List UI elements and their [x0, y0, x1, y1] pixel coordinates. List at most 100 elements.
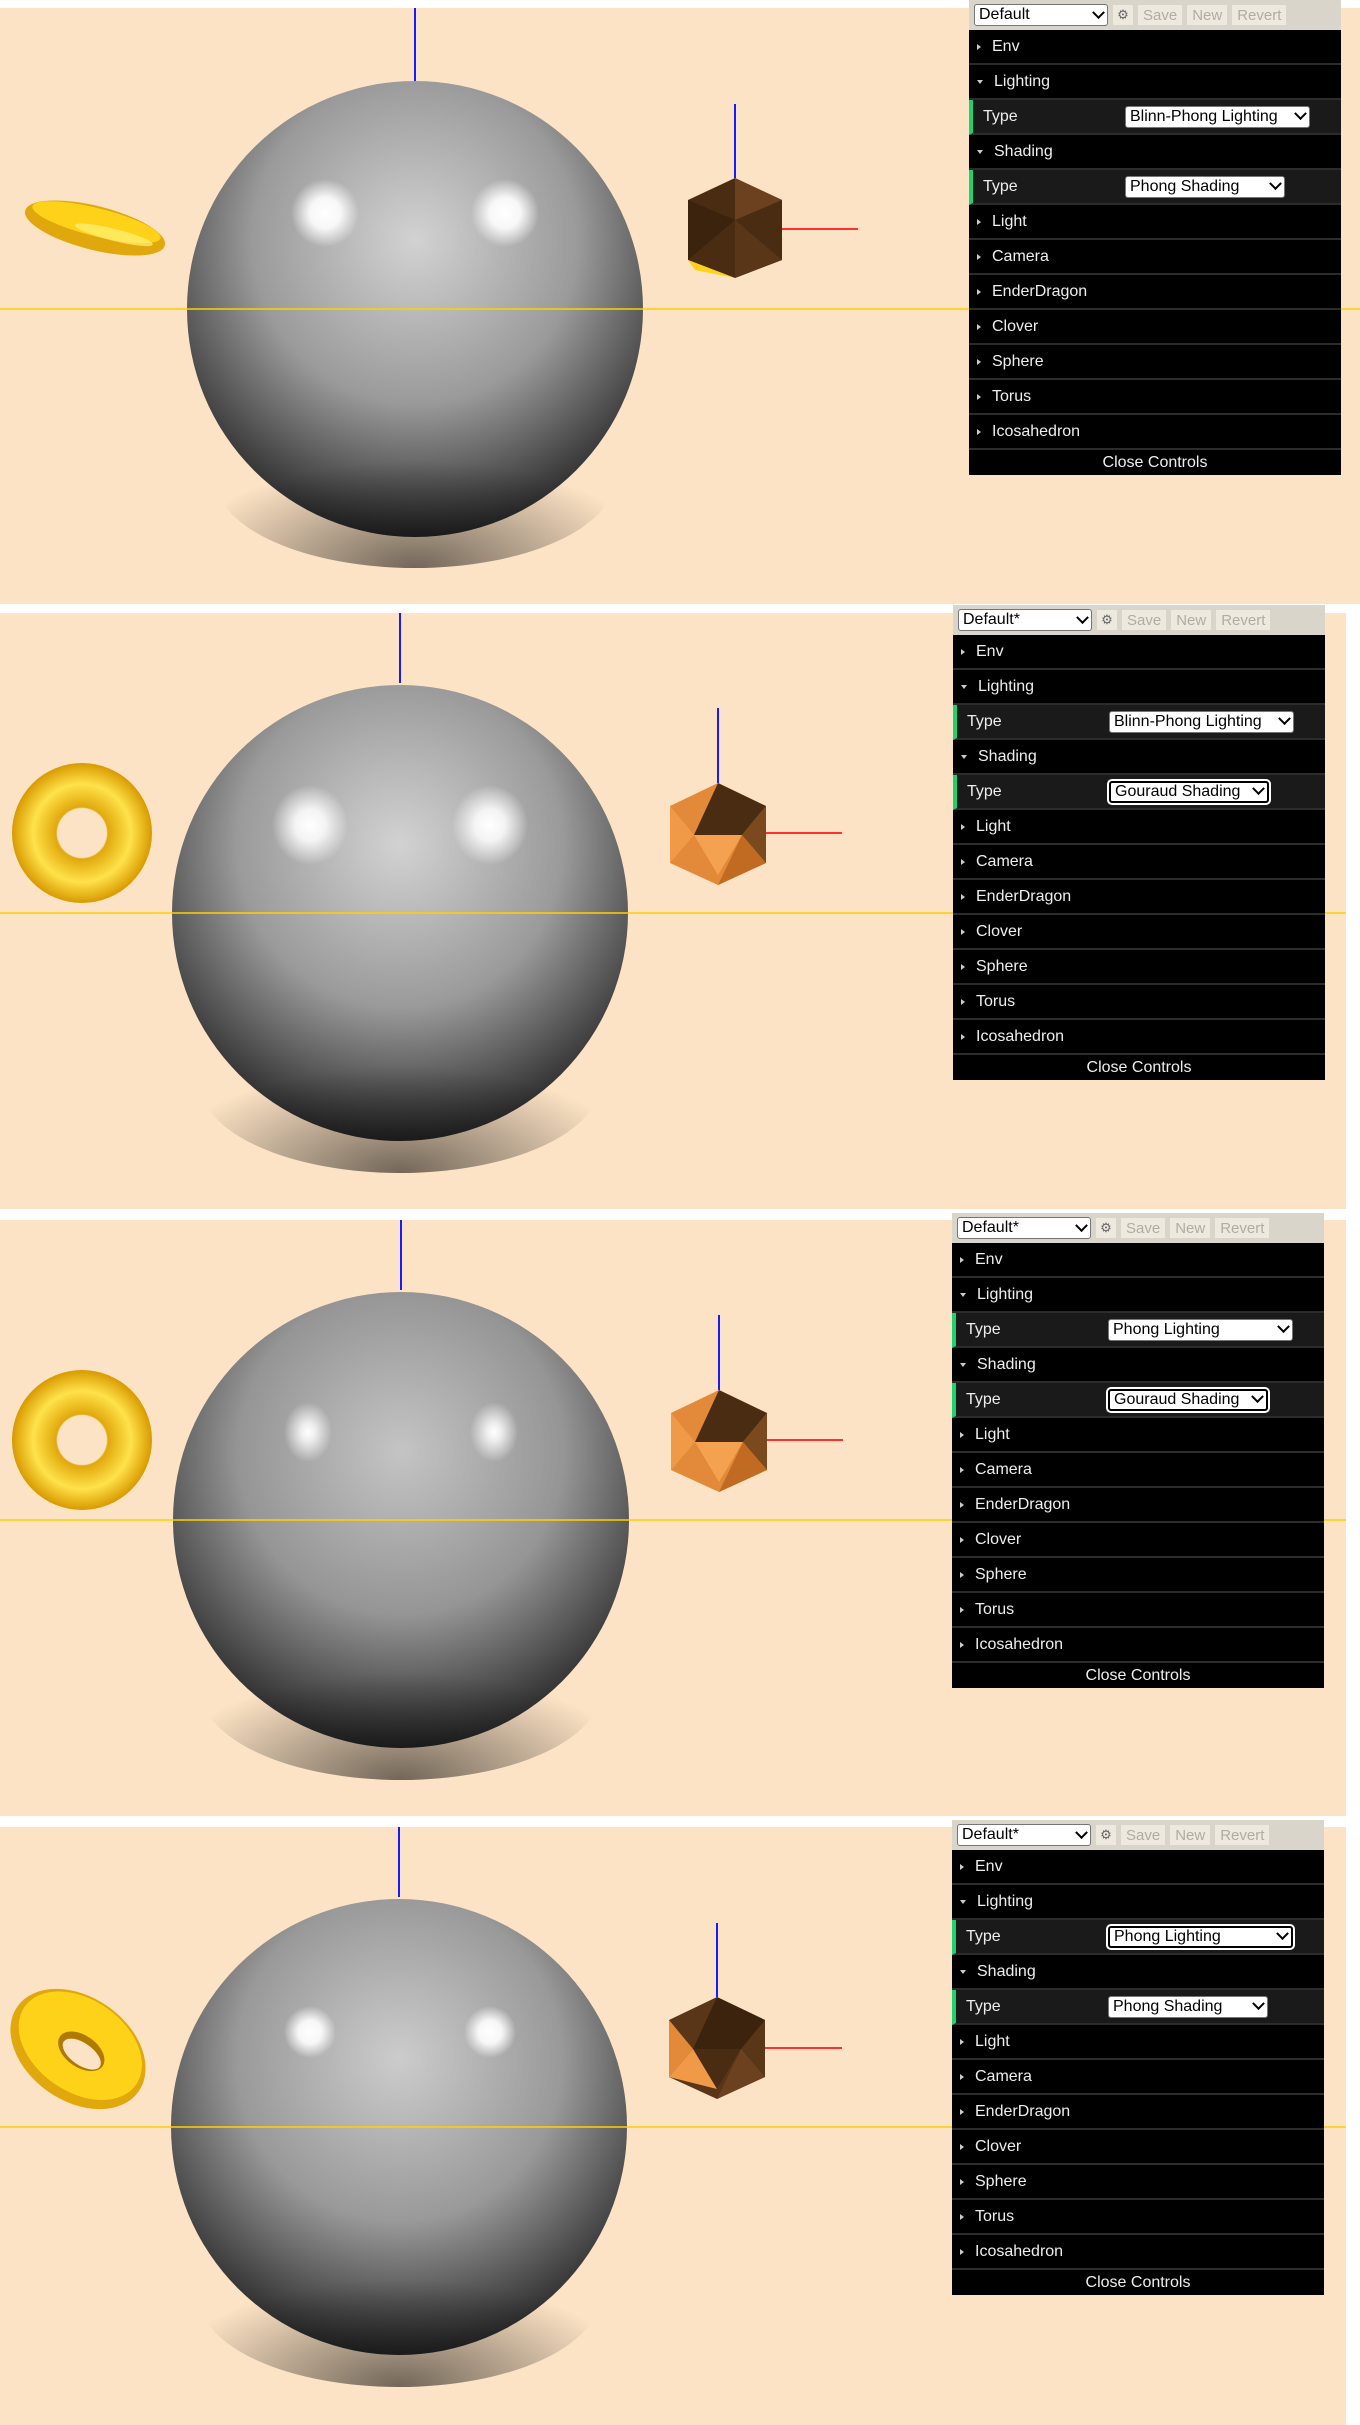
caret-right-icon	[961, 928, 965, 935]
caret-right-icon	[977, 218, 981, 225]
folder-camera[interactable]: Camera	[952, 2060, 1324, 2095]
folder-label: Torus	[992, 387, 1032, 405]
lighting-type-row: Type Phong Lighting	[952, 1920, 1324, 1955]
folder-label: Camera	[976, 852, 1033, 870]
folder-camera[interactable]: Camera	[953, 845, 1325, 880]
folder-env[interactable]: Env	[952, 1243, 1324, 1278]
folder-icosahedron[interactable]: Icosahedron	[952, 1628, 1324, 1663]
shading-type-select[interactable]: Phong Shading	[1125, 175, 1285, 198]
revert-button[interactable]: Revert	[1215, 1218, 1270, 1238]
folder-icosahedron[interactable]: Icosahedron	[953, 1020, 1325, 1055]
preset-select[interactable]: Default	[974, 4, 1108, 26]
folder-label: Clover	[992, 317, 1039, 335]
folder-lighting[interactable]: Lighting	[953, 670, 1325, 705]
save-button[interactable]: Save	[1121, 1825, 1166, 1845]
gear-icon[interactable]: ⚙	[1096, 1218, 1116, 1238]
shading-type-select[interactable]: Phong Shading	[1108, 1995, 1268, 2018]
folder-light[interactable]: Light	[952, 2025, 1324, 2060]
revert-button[interactable]: Revert	[1216, 610, 1271, 630]
close-controls-button[interactable]: Close Controls	[952, 2270, 1324, 2295]
lighting-type-row: Type Phong Lighting	[952, 1313, 1324, 1348]
folder-sphere[interactable]: Sphere	[952, 1558, 1324, 1593]
chevron-down-icon	[1075, 1825, 1088, 1839]
select-value: Phong Lighting	[1114, 1927, 1221, 1945]
preset-select[interactable]: Default*	[957, 1217, 1091, 1239]
caret-down-icon	[961, 754, 967, 759]
gear-icon[interactable]: ⚙	[1097, 610, 1117, 630]
save-button[interactable]: Save	[1138, 5, 1183, 25]
caret-right-icon	[961, 963, 965, 970]
folder-label: Icosahedron	[975, 2242, 1064, 2260]
save-button[interactable]: Save	[1122, 610, 1167, 630]
specular-highlight	[272, 785, 348, 865]
gear-icon[interactable]: ⚙	[1096, 1825, 1116, 1845]
folder-shading[interactable]: Shading	[953, 740, 1325, 775]
folder-torus[interactable]: Torus	[952, 1593, 1324, 1628]
folder-sphere[interactable]: Sphere	[953, 950, 1325, 985]
lighting-type-select[interactable]: Blinn-Phong Lighting	[1125, 105, 1310, 128]
shading-type-select[interactable]: Gouraud Shading	[1106, 1386, 1270, 1413]
folder-lighting[interactable]: Lighting	[969, 65, 1341, 100]
lighting-type-select[interactable]: Phong Lighting	[1106, 1923, 1295, 1950]
caret-right-icon	[960, 2108, 964, 2115]
folder-enderdragon[interactable]: EnderDragon	[969, 275, 1341, 310]
save-button[interactable]: Save	[1121, 1218, 1166, 1238]
folder-clover[interactable]: Clover	[952, 2130, 1324, 2165]
revert-button[interactable]: Revert	[1215, 1825, 1270, 1845]
folder-light[interactable]: Light	[969, 205, 1341, 240]
folder-icosahedron[interactable]: Icosahedron	[969, 415, 1341, 450]
folder-label: Clover	[975, 1530, 1022, 1548]
lighting-type-select[interactable]: Phong Lighting	[1108, 1318, 1293, 1341]
sphere-shadow	[199, 2207, 599, 2387]
caret-down-icon	[960, 1969, 966, 1974]
revert-button[interactable]: Revert	[1232, 5, 1287, 25]
folder-env[interactable]: Env	[953, 635, 1325, 670]
folder-enderdragon[interactable]: EnderDragon	[952, 1488, 1324, 1523]
folder-label: EnderDragon	[992, 282, 1088, 300]
shading-type-select[interactable]: Gouraud Shading	[1107, 778, 1271, 805]
folder-torus[interactable]: Torus	[953, 985, 1325, 1020]
folder-camera[interactable]: Camera	[952, 1453, 1324, 1488]
folder-icosahedron[interactable]: Icosahedron	[952, 2235, 1324, 2270]
new-button[interactable]: New	[1170, 1825, 1211, 1845]
folder-enderdragon[interactable]: EnderDragon	[953, 880, 1325, 915]
close-controls-button[interactable]: Close Controls	[953, 1055, 1325, 1080]
folder-label: Icosahedron	[976, 1027, 1065, 1045]
new-button[interactable]: New	[1187, 5, 1228, 25]
folder-lighting[interactable]: Lighting	[952, 1278, 1324, 1313]
folder-clover[interactable]: Clover	[953, 915, 1325, 950]
folder-clover[interactable]: Clover	[952, 1523, 1324, 1558]
folder-torus[interactable]: Torus	[969, 380, 1341, 415]
folder-torus[interactable]: Torus	[952, 2200, 1324, 2235]
folder-shading[interactable]: Shading	[952, 1348, 1324, 1383]
caret-right-icon	[960, 1536, 964, 1543]
folder-label: Clover	[976, 922, 1023, 940]
folder-lighting[interactable]: Lighting	[952, 1885, 1324, 1920]
new-button[interactable]: New	[1170, 1218, 1211, 1238]
folder-env[interactable]: Env	[952, 1850, 1324, 1885]
sphere-shadow	[215, 388, 615, 568]
lighting-type-row: Type Blinn-Phong Lighting	[969, 100, 1341, 135]
icosahedron	[669, 1997, 765, 2099]
folder-shading[interactable]: Shading	[969, 135, 1341, 170]
select-value: Phong Shading	[1113, 1997, 1223, 2015]
folder-camera[interactable]: Camera	[969, 240, 1341, 275]
gear-icon[interactable]: ⚙	[1113, 5, 1133, 25]
folder-shading[interactable]: Shading	[952, 1955, 1324, 1990]
folder-label: Env	[975, 1857, 1003, 1875]
close-controls-button[interactable]: Close Controls	[952, 1663, 1324, 1688]
lighting-type-select[interactable]: Blinn-Phong Lighting	[1109, 710, 1294, 733]
folder-label: Light	[976, 817, 1011, 835]
folder-env[interactable]: Env	[969, 30, 1341, 65]
preset-select[interactable]: Default*	[958, 609, 1092, 631]
folder-enderdragon[interactable]: EnderDragon	[952, 2095, 1324, 2130]
new-button[interactable]: New	[1171, 610, 1212, 630]
folder-clover[interactable]: Clover	[969, 310, 1341, 345]
folder-sphere[interactable]: Sphere	[952, 2165, 1324, 2200]
folder-light[interactable]: Light	[952, 1418, 1324, 1453]
close-controls-button[interactable]: Close Controls	[969, 450, 1341, 475]
chevron-down-icon	[1269, 177, 1282, 191]
folder-sphere[interactable]: Sphere	[969, 345, 1341, 380]
preset-select[interactable]: Default*	[957, 1824, 1091, 1846]
folder-light[interactable]: Light	[953, 810, 1325, 845]
